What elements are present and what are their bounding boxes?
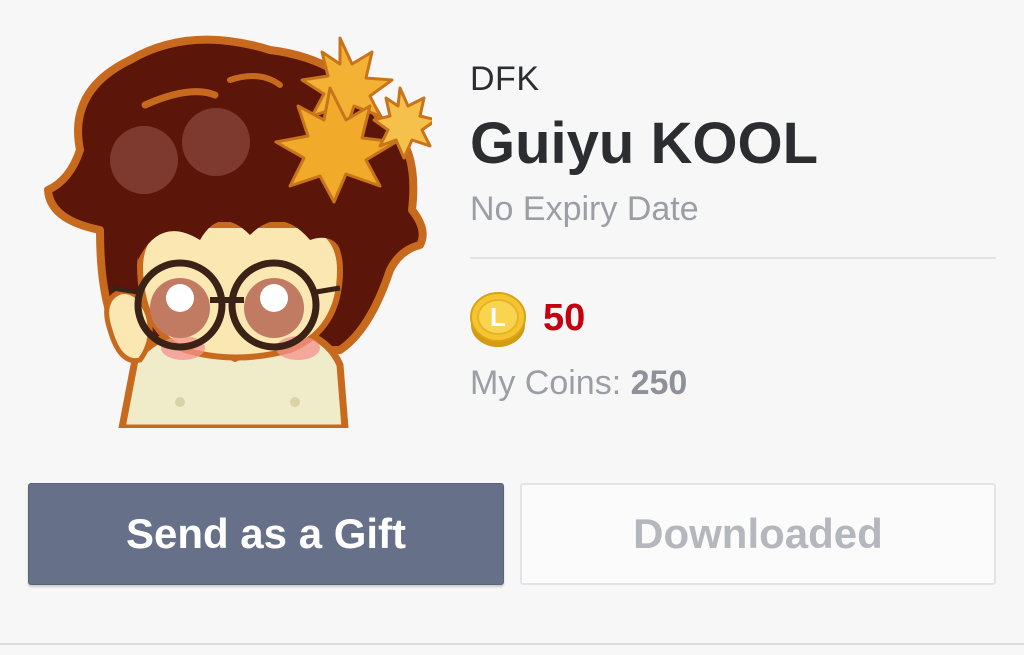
price-value: 50 — [543, 297, 586, 339]
coin-icon: L — [470, 292, 526, 347]
sticker-preview-image — [40, 30, 432, 428]
svg-text:L: L — [490, 302, 506, 332]
downloaded-button: Downloaded — [520, 483, 996, 585]
my-coins-balance: My Coins: 250 — [470, 364, 687, 403]
bottom-divider — [0, 643, 1024, 645]
author-name[interactable]: DFK — [470, 60, 540, 99]
my-coins-label: My Coins: — [470, 364, 622, 402]
send-as-gift-button[interactable]: Send as a Gift — [28, 483, 504, 585]
my-coins-amount: 250 — [630, 364, 688, 402]
sticker-title: Guiyu KOOL — [470, 111, 818, 176]
divider — [470, 257, 996, 259]
expiry-label: No Expiry Date — [470, 190, 699, 228]
